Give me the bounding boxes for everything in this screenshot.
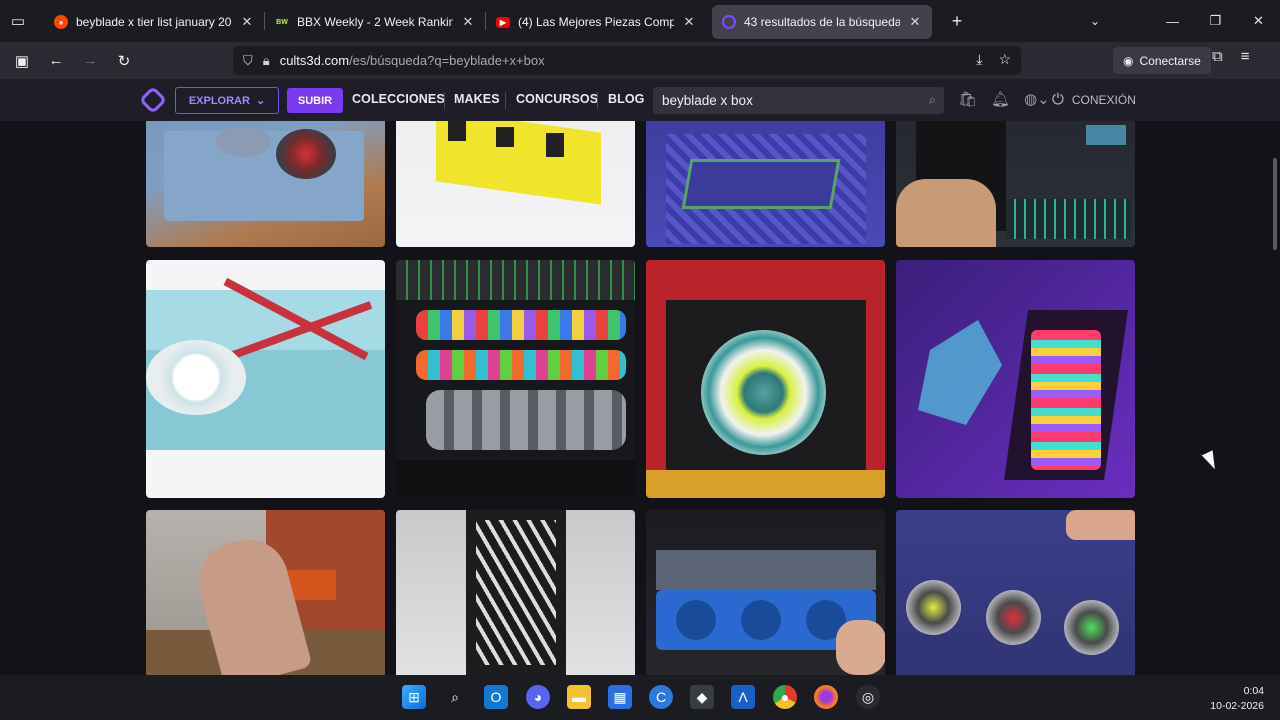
sidebar-icon[interactable]: ▣ [5,46,39,76]
clock-time: 0:04 [1243,685,1264,697]
reddit-icon: ● [54,15,68,29]
bell-icon[interactable]: 🔔︎ [991,90,1010,108]
account-signin-button[interactable]: ◉ Conectarse [1113,47,1211,74]
os-taskbar [0,675,1280,720]
cults-icon [722,15,736,29]
conexion-label: CONEXIÓN [1071,92,1136,107]
shield-icon[interactable]: ⛉ [243,53,253,69]
close-icon[interactable]: ✕ [682,14,696,30]
autodesk-icon[interactable]: Λ [731,685,755,709]
tab-title: (4) Las Mejores Piezas Competi [518,15,674,29]
lock-icon[interactable]: 🔒︎ [263,53,270,69]
search-icon[interactable]: ⌕ [929,92,936,108]
clock-date: 10-02-2026 [1210,700,1264,712]
menu-blog[interactable]: BLOG [608,92,645,106]
chevron-down-icon: ⌄ [255,95,266,107]
menu-divider [597,92,598,109]
menu-colecciones[interactable]: COLECCIONES [352,92,445,106]
app-cube-icon[interactable]: ◆ [690,685,714,709]
windows-start-icon[interactable]: ⊞ [402,685,426,709]
cart-icon[interactable]: 🛍︎ [958,90,977,108]
forward-icon[interactable]: → [73,46,107,76]
close-icon[interactable]: ✕ [908,14,922,30]
browser-tabstrip: ▭ ● beyblade x tier list january 2026 ✕ … [0,0,1280,42]
result-card[interactable] [146,121,385,247]
result-card[interactable] [646,510,885,675]
result-card[interactable] [146,510,385,675]
result-card[interactable] [146,260,385,498]
signin-label: Conectarse [1139,53,1201,68]
result-card[interactable] [896,121,1135,247]
url-host: cults3d.com [279,53,350,68]
close-icon[interactable]: ✕ [240,14,254,30]
canva-icon[interactable]: C [649,685,673,709]
result-card[interactable] [646,260,885,498]
result-card[interactable] [896,260,1135,498]
nav-right-icons: ⧉ ≡ [1212,48,1249,65]
minimize-icon[interactable]: — [1151,0,1194,42]
page-scrollbar[interactable] [1273,158,1277,250]
result-card[interactable] [396,260,635,498]
search-icon[interactable]: ⌕ [443,685,467,709]
globe-icon[interactable]: ◍⌄ [1024,90,1050,108]
firefox-view-icon[interactable]: ▭ [0,0,36,42]
close-icon[interactable]: ✕ [461,14,475,30]
site-header: EXPLORAR ⌄ SUBIR COLECCIONES MAKES CONCU… [0,79,1280,121]
youtube-icon: ▶ [496,16,510,28]
chrome-icon[interactable]: ● [773,685,797,709]
obs-icon[interactable]: ◎ [856,685,880,709]
result-card[interactable] [396,510,635,675]
restore-icon[interactable]: ❐ [1194,0,1237,42]
result-card[interactable] [896,510,1135,675]
new-tab-button[interactable]: + [942,6,972,36]
explorar-label: EXPLORAR [188,94,250,107]
chevron-down-icon[interactable]: ⌄ [1084,10,1106,32]
bbx-icon: BW [275,15,289,29]
subir-button[interactable]: SUBIR [287,88,343,113]
tab-bbx-weekly[interactable]: BW BBX Weekly - 2 Week Rankings ✕ [265,5,485,39]
explorar-button[interactable]: EXPLORAR ⌄ [175,87,279,114]
menu-divider [444,92,445,109]
header-icons: 🛍︎ 🔔︎ ◍⌄ [958,90,1050,108]
tab-title: beyblade x tier list january 2026 [76,15,232,29]
results-grid [0,121,1280,675]
search-value: beyblade x box [662,93,753,108]
account-icon: ◉ [1123,53,1134,68]
site-search-input[interactable]: beyblade x box ⌕ [653,87,944,114]
browser-navbar: ▣ ← → ↻ ⛉ 🔒︎ cults3d.com/es/búsqueda?q=b… [0,42,1280,79]
conexion-button[interactable]: ⏻ CONEXIÓN [1052,91,1136,108]
bookmark-star-icon[interactable]: ☆ [998,51,1011,68]
result-card[interactable] [396,121,635,247]
menu-concursos[interactable]: CONCURSOS [516,92,598,106]
system-clock[interactable]: 0:04 10-02-2026 [1210,684,1264,714]
tab-reddit[interactable]: ● beyblade x tier list january 2026 ✕ [44,5,264,39]
back-icon[interactable]: ← [39,46,73,76]
menu-icon[interactable]: ≡ [1241,48,1250,65]
store-icon[interactable]: ▦ [608,685,632,709]
close-window-icon[interactable]: ✕ [1237,0,1280,42]
tab-title: 43 resultados de la búsqueda d [744,15,900,29]
download-page-icon[interactable]: ⤓ [976,51,982,68]
power-icon: ⏻ [1052,91,1064,108]
extensions-icon[interactable]: ⧉ [1212,48,1223,65]
reload-icon[interactable]: ↻ [107,46,141,76]
firefox-icon[interactable] [814,685,838,709]
url-bar[interactable]: ⛉ 🔒︎ cults3d.com/es/búsqueda?q=beyblade+… [233,46,1021,75]
tab-youtube[interactable]: ▶ (4) Las Mejores Piezas Competi ✕ [486,5,706,39]
outlook-icon[interactable]: O [484,685,508,709]
result-card[interactable] [646,121,885,247]
menu-divider [505,92,506,109]
tab-title: BBX Weekly - 2 Week Rankings [297,15,453,29]
discord-icon[interactable]: ◕ [526,685,550,709]
url-path: /es/búsqueda?q=beyblade+x+box [349,53,545,68]
window-controls: — ❐ ✕ [1151,0,1280,42]
menu-makes[interactable]: MAKES [454,92,500,106]
file-explorer-icon[interactable]: ▬ [567,685,591,709]
tab-cults-search[interactable]: 43 resultados de la búsqueda d ✕ [712,5,932,39]
cults-logo-icon[interactable] [138,85,168,115]
